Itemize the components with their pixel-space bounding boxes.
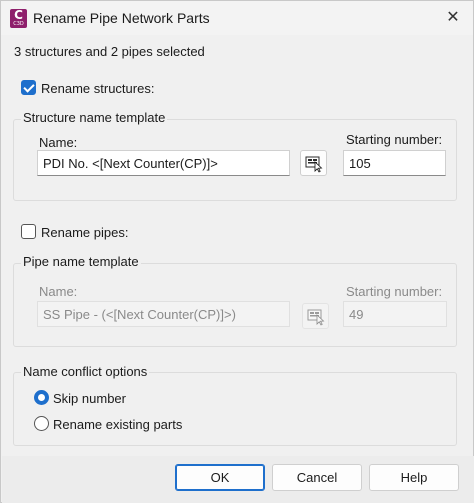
app-icon-letter: C: [14, 8, 23, 22]
skip-number-radio[interactable]: [34, 390, 49, 405]
structure-template-title: Structure name template: [21, 110, 168, 125]
structure-name-field[interactable]: PDI No. <[Next Counter(CP)]>: [37, 150, 290, 176]
structure-start-label: Starting number:: [346, 132, 443, 147]
rename-pipes-checkbox[interactable]: [21, 224, 36, 239]
name-template-editor-icon: [307, 309, 325, 326]
rename-structures-label: Rename structures:: [41, 81, 155, 96]
rename-pipes-label: Rename pipes:: [41, 225, 129, 240]
name-template-editor-icon: [305, 156, 323, 173]
cancel-button[interactable]: Cancel: [272, 464, 362, 491]
structure-name-label: Name:: [39, 135, 78, 150]
pipe-name-label: Name:: [39, 284, 78, 299]
skip-number-label: Skip number: [53, 391, 126, 406]
conflict-options-group: [13, 372, 457, 446]
app-icon-sub: C3D: [13, 21, 24, 27]
rename-existing-radio[interactable]: [34, 416, 49, 431]
structure-template-editor-button[interactable]: [300, 150, 327, 176]
pipe-name-field[interactable]: SS Pipe - (<[Next Counter(CP)]>): [37, 301, 290, 327]
title-bar: C C3D Rename Pipe Network Parts ✕: [1, 1, 473, 35]
dialog-title: Rename Pipe Network Parts: [33, 10, 210, 26]
close-icon[interactable]: ✕: [433, 1, 473, 35]
pipe-template-editor-button[interactable]: [302, 303, 329, 329]
rename-structures-checkbox[interactable]: [21, 80, 36, 95]
pipe-start-label: Starting number:: [346, 284, 443, 299]
rename-dialog: C C3D Rename Pipe Network Parts ✕ 3 stru…: [0, 0, 474, 503]
pipe-template-title: Pipe name template: [21, 254, 141, 269]
help-button[interactable]: Help: [369, 464, 459, 491]
selection-summary: 3 structures and 2 pipes selected: [14, 44, 205, 59]
rename-existing-label: Rename existing parts: [53, 417, 183, 432]
pipe-starting-number-field[interactable]: 49: [343, 301, 447, 327]
structure-starting-number-field[interactable]: 105: [343, 150, 446, 176]
civil3d-app-icon: C C3D: [10, 9, 27, 28]
conflict-options-title: Name conflict options: [21, 364, 150, 379]
ok-button[interactable]: OK: [175, 464, 265, 491]
